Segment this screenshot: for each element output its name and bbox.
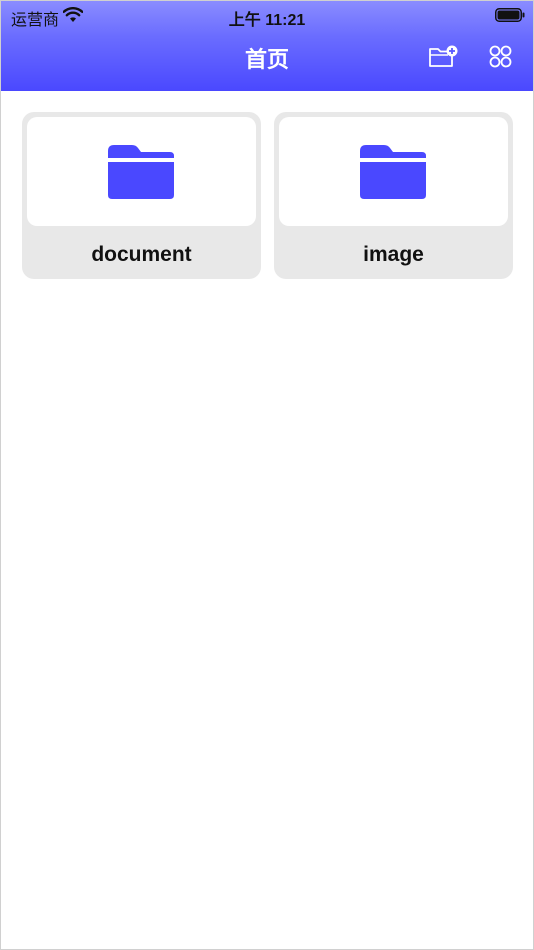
folder-card-document[interactable]: document	[22, 112, 261, 279]
header: 运营商 上午 11:21 首页	[1, 1, 533, 91]
status-time: 上午 11:21	[228, 12, 306, 29]
folder-icon	[360, 145, 426, 199]
folder-card-image[interactable]: image	[274, 112, 513, 279]
status-bar: 运营商 上午 11:21	[1, 1, 533, 29]
folder-name: image	[363, 243, 424, 266]
battery-icon	[495, 8, 525, 22]
grid-view-button[interactable]	[486, 43, 516, 71]
app-screen: 运营商 上午 11:21 首页 document image	[0, 0, 534, 950]
new-folder-button[interactable]	[428, 43, 458, 71]
folder-icon	[108, 145, 174, 199]
folder-thumbnail	[27, 117, 256, 226]
folder-name: document	[91, 243, 192, 266]
folder-grid: document image	[1, 91, 533, 949]
folder-add-icon	[429, 45, 458, 67]
grid-icon	[489, 45, 512, 68]
folder-thumbnail	[279, 117, 508, 226]
